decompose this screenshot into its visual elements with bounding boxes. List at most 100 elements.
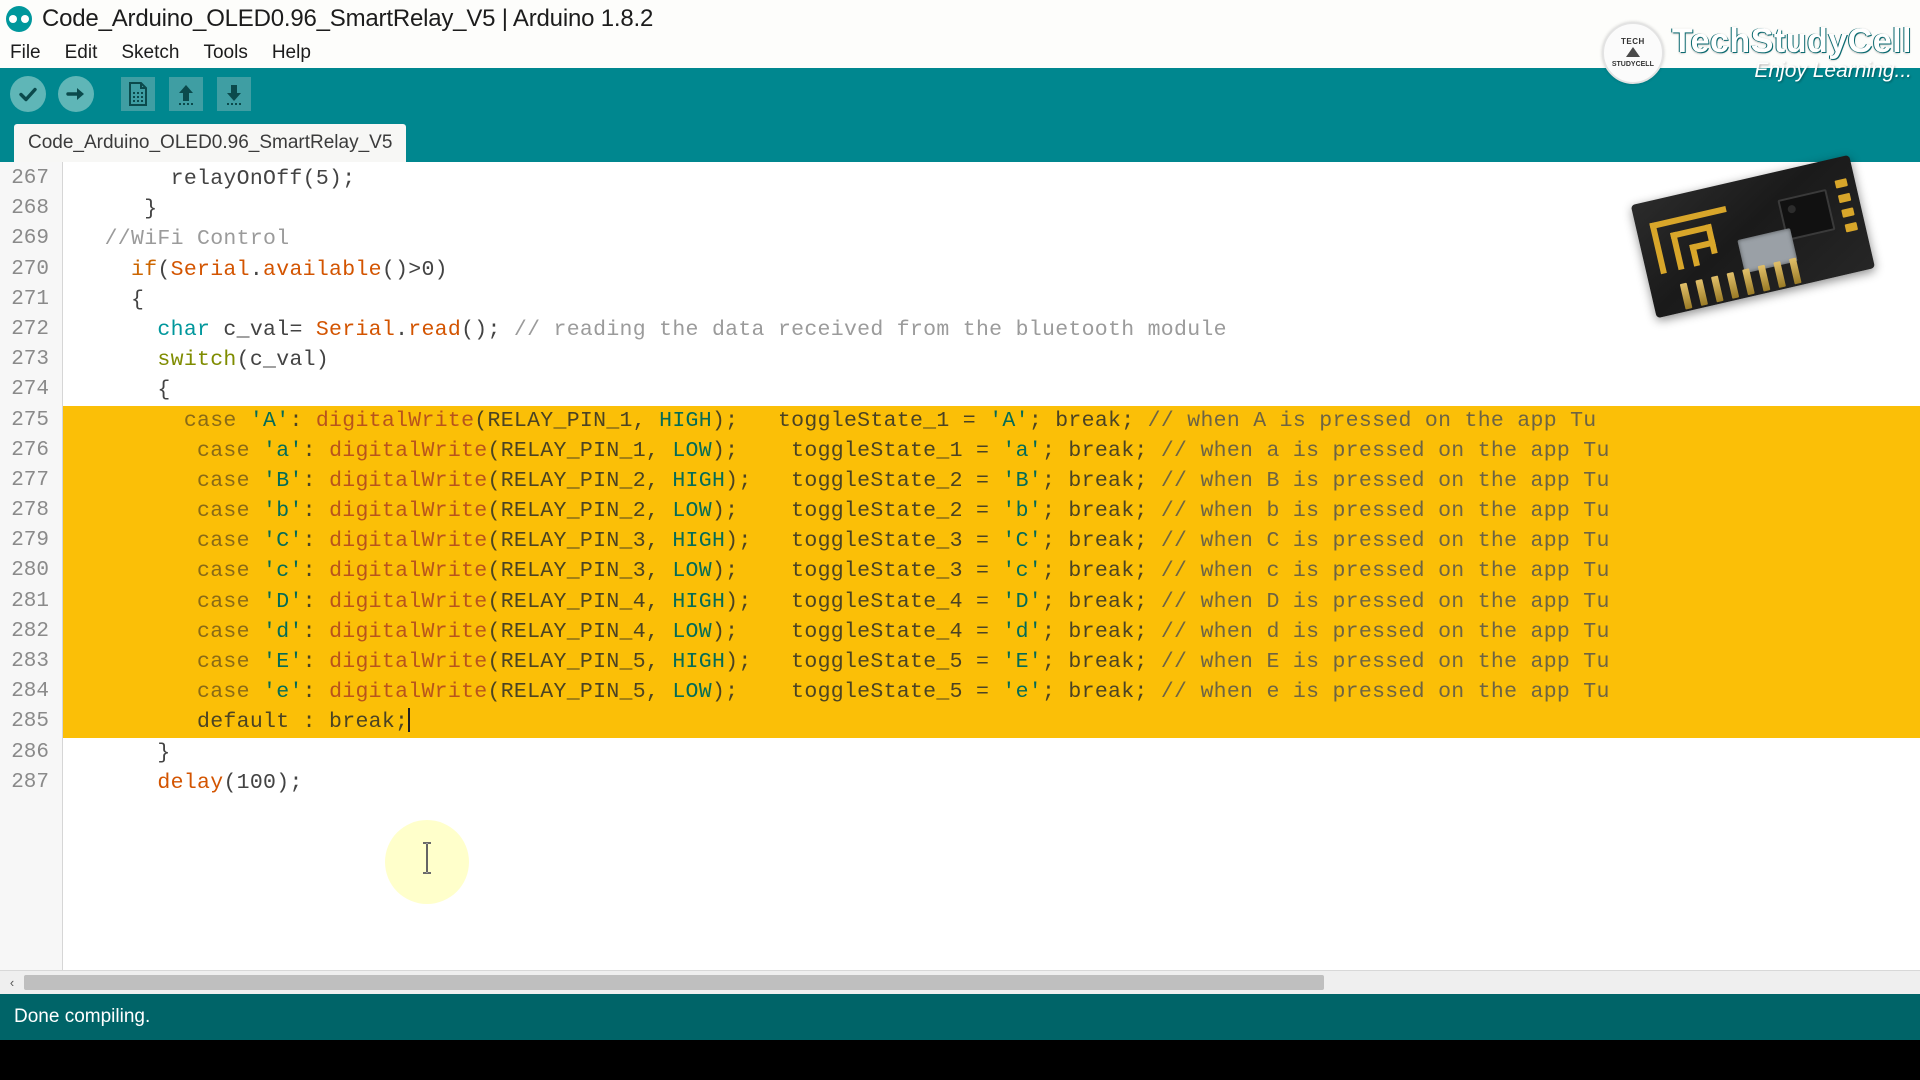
menu-tools[interactable]: Tools [201,41,249,65]
code-token: // when A is pressed on the app Tu [1147,408,1597,433]
code-token: digitalWrite [329,468,488,493]
code-token: ); toggleState_2 = [711,499,1003,524]
code-line[interactable]: { [63,375,1920,405]
line-number: 275 [11,408,49,432]
menu-edit[interactable]: Edit [63,41,100,65]
open-sketch-button[interactable] [164,72,208,116]
code-line[interactable]: case 'C': digitalWrite(RELAY_PIN_3, HIGH… [63,526,1920,557]
menu-help[interactable]: Help [270,41,313,65]
arrow-up-icon [169,77,203,111]
code-token: (100); [223,770,303,795]
horizontal-scrollbar[interactable]: ‹ [0,970,1920,994]
code-token: ; break; [1042,499,1161,524]
status-bar: Done compiling. [0,994,1920,1040]
code-token: available [263,257,382,282]
scrollbar-thumb[interactable] [24,974,1324,990]
menu-file[interactable]: File [8,41,43,65]
code-token: case [183,408,237,433]
code-line[interactable]: switch(c_val) [63,345,1920,375]
code-line[interactable]: { [63,285,1920,315]
code-line[interactable]: case 'B': digitalWrite(RELAY_PIN_2, HIGH… [63,465,1920,497]
code-line[interactable]: case 'b': digitalWrite(RELAY_PIN_2, LOW)… [63,496,1920,527]
code-line[interactable]: case 'D': digitalWrite(RELAY_PIN_4, HIGH… [63,586,1920,617]
code-line[interactable]: case 'e': digitalWrite(RELAY_PIN_5, LOW)… [63,677,1920,708]
code-token: 'a' [263,438,303,463]
window-title: Code_Arduino_OLED0.96_SmartRelay_V5 | Ar… [42,5,654,32]
save-sketch-button[interactable] [212,72,256,116]
code-line[interactable]: delay(100); [63,768,1920,798]
code-token: //WiFi Control [65,227,290,252]
code-line[interactable]: //WiFi Control [63,224,1920,254]
line-number: 287 [11,770,49,794]
code-token: 'E' [263,650,303,674]
code-area[interactable]: 267 268 269 270 271 272 273 274 275 276 277 278 279 2… [0,162,1920,970]
code-token: : [302,559,330,584]
code-line[interactable]: case 'c': digitalWrite(RELAY_PIN_3, LOW)… [63,556,1920,587]
code-line[interactable]: } [63,738,1920,768]
code-line[interactable]: case 'A': digitalWrite(RELAY_PIN_1, HIGH… [63,405,1920,436]
code-token: ; break; [1042,559,1161,584]
code-line[interactable]: default : break; [63,707,1920,738]
code-token: ); toggleState_5 = [725,650,1003,674]
code-line[interactable]: char c_val= Serial.read(); // reading th… [63,315,1920,345]
code-token: ); toggleState_5 = [711,680,1003,705]
line-number: 279 [11,529,49,553]
upload-button[interactable] [54,72,98,116]
code-token: 'A' [989,408,1029,433]
code-token: (RELAY_PIN_2, [487,468,673,493]
tab-strip: Code_Arduino_OLED0.96_SmartRelay_V5 [0,120,1920,162]
code-token: Serial [315,317,396,342]
code-token: digitalWrite [329,619,488,644]
code-token: ; break; [1042,468,1161,493]
code-line[interactable]: case 'E': digitalWrite(RELAY_PIN_5, HIGH… [63,647,1920,678]
menu-bar: File Edit Sketch Tools Help [0,38,1920,68]
code-token: case [197,499,250,524]
tab-sketch-file[interactable]: Code_Arduino_OLED0.96_SmartRelay_V5 [14,124,407,162]
code-lines[interactable]: relayOnOff(5); } //WiFi Control if(Seria… [63,162,1920,970]
new-sketch-button[interactable] [116,72,160,116]
line-number: 272 [11,317,49,341]
menu-sketch[interactable]: Sketch [119,41,181,65]
code-token: // when c is pressed on the app Tu [1160,559,1610,584]
line-number: 281 [11,589,49,613]
line-number: 267 [11,167,49,190]
scrollbar-track[interactable] [24,972,1920,994]
code-token: : [302,589,330,614]
line-number: 280 [11,559,49,583]
code-token: (RELAY_PIN_2, [487,499,673,524]
code-token: (5); [302,167,356,191]
code-token: 'C' [1002,529,1043,554]
code-line[interactable]: relayOnOff(5); [63,164,1920,194]
code-token: 'D' [1002,589,1043,614]
code-token: (RELAY_PIN_3, [487,529,673,554]
code-token: digitalWrite [329,650,488,674]
code-token: : [302,499,330,524]
code-token: 'E' [1002,650,1043,674]
code-token: case [197,589,250,614]
code-line[interactable]: case 'd': digitalWrite(RELAY_PIN_4, LOW)… [63,616,1920,647]
code-token: (); [461,317,514,342]
code-token: 'e' [263,680,303,705]
code-token: 'd' [1002,619,1043,644]
code-line[interactable]: case 'a': digitalWrite(RELAY_PIN_1, LOW)… [63,435,1920,466]
code-token: { [65,378,171,403]
code-line[interactable]: } [63,194,1920,224]
line-number: 284 [11,680,49,704]
scroll-left-button[interactable]: ‹ [0,972,24,994]
line-number: 285 [11,710,49,734]
text-caret [408,708,411,733]
code-token: // when B is pressed on the app Tu [1160,468,1610,493]
code-token: ); toggleState_1 = [711,408,990,433]
verify-button[interactable] [6,72,50,116]
code-token: 'b' [1002,499,1043,524]
code-line[interactable]: if(Serial.available()>0) [63,255,1920,285]
code-token: read [408,317,462,342]
code-token: 'b' [263,499,303,524]
